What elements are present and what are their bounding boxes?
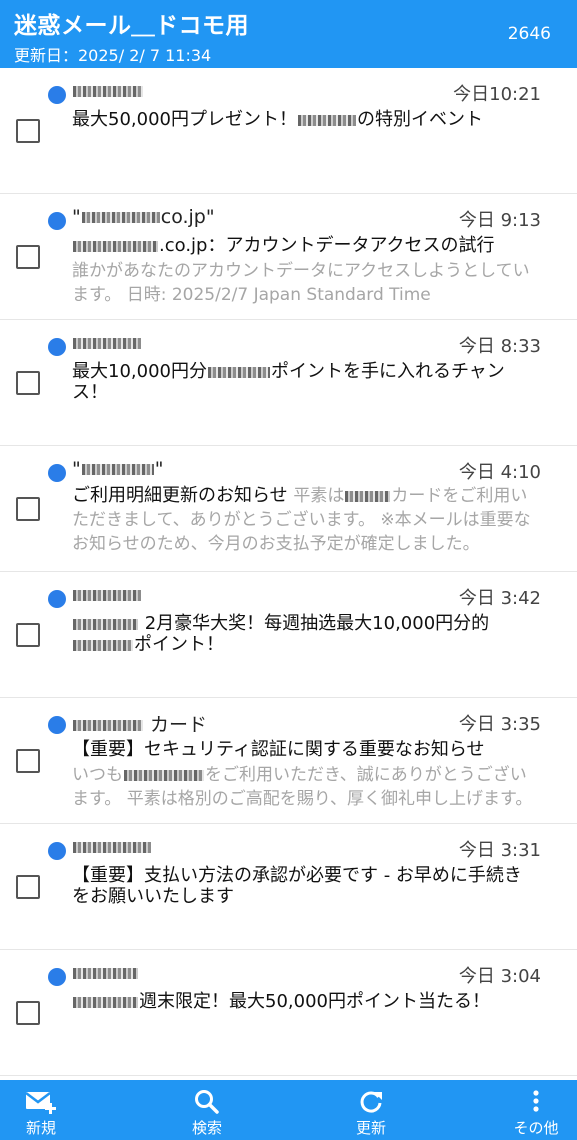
redacted-text	[73, 842, 151, 853]
new-mail-label: 新規	[25, 1119, 56, 1137]
message-sender	[72, 836, 152, 858]
redacted-text	[124, 769, 204, 781]
new-mail-icon	[25, 1092, 56, 1114]
refresh-label: 更新	[355, 1119, 386, 1137]
select-checkbox[interactable]	[16, 371, 40, 395]
message-preview: いつも をご利用いただき、誠にありがとうございます。 平素は格別のご高配を賜り、厚…	[72, 765, 533, 809]
message-time: 今日 4:10	[458, 462, 541, 483]
message-row[interactable]: 今日10:21 最大50,000円プレゼント！ の特別イベント	[0, 68, 577, 194]
unread-dot-icon	[48, 968, 66, 986]
select-checkbox[interactable]	[16, 749, 40, 773]
message-subject: 最大10,000円分 ポイントを手に入れるチャンス！	[72, 361, 505, 403]
refresh-icon	[360, 1091, 382, 1113]
redacted-text	[73, 86, 143, 97]
message-row[interactable]: 今日 8:33 最大10,000円分 ポイントを手に入れるチャンス！	[0, 320, 577, 446]
message-sender	[72, 962, 139, 984]
more-vertical-icon	[533, 1090, 539, 1112]
message-row[interactable]: 今日 3:31 【重要】支払い方法の承認が必要です - お早めに手続きをお願いい…	[0, 824, 577, 950]
message-time: 今日 3:31	[458, 840, 541, 861]
redacted-text	[73, 618, 138, 630]
unread-dot-icon	[48, 590, 66, 608]
message-subject: 週末限定！最大50,000円ポイント当たる！	[72, 991, 537, 1012]
select-checkbox[interactable]	[16, 119, 40, 143]
message-list[interactable]: 今日10:21 最大50,000円プレゼント！ の特別イベント " co.jp" 今…	[0, 68, 577, 1080]
folder-title: 迷惑メール＿ドコモ用	[14, 13, 249, 39]
select-checkbox[interactable]	[16, 1001, 40, 1025]
redacted-text	[73, 968, 138, 979]
search-button[interactable]: 検索	[152, 1080, 262, 1140]
redacted-text	[73, 240, 158, 252]
message-subject: 2月豪华大奖！每週抽选最大10,000円分的 ポイント！	[72, 613, 537, 655]
search-label: 検索	[191, 1119, 222, 1137]
message-time: 今日 3:04	[458, 966, 541, 987]
bottom-toolbar: 新規 検索 更新 その他	[0, 1080, 577, 1140]
message-count: 2646	[507, 24, 551, 44]
refresh-button[interactable]: 更新	[316, 1080, 426, 1140]
message-sender	[72, 80, 144, 102]
redacted-text	[73, 590, 141, 601]
message-sender	[72, 332, 142, 354]
message-subject: 【重要】セキュリティ認証に関する重要なお知らせ	[72, 739, 485, 760]
message-preview: 誰かがあなたのアカウントデータにアクセスしようとしています。 日時: 2025/…	[72, 261, 530, 305]
message-row[interactable]: 今日 3:04 週末限定！最大50,000円ポイント当たる！	[0, 950, 577, 1076]
message-time: 今日 9:13	[458, 210, 541, 231]
message-time: 今日10:21	[453, 84, 541, 105]
unread-dot-icon	[48, 842, 66, 860]
unread-dot-icon	[48, 86, 66, 104]
message-time: 今日 3:42	[458, 588, 541, 609]
new-mail-button[interactable]: 新規	[0, 1080, 96, 1140]
message-subject: .co.jp：アカウントデータアクセスの試行	[72, 235, 537, 256]
redacted-text	[345, 490, 391, 502]
message-subject-with-preview: ご利用明細更新のお知らせ 平素は カードをご利用いただきまして、ありがとうございま…	[72, 485, 531, 554]
redacted-text	[81, 464, 154, 475]
message-subject: 最大50,000円プレゼント！ の特別イベント	[72, 109, 483, 130]
redacted-text	[73, 996, 138, 1008]
app-header: 迷惑メール＿ドコモ用 更新日：2025/ 2/ 7 11:34 2646	[0, 0, 577, 68]
more-button[interactable]: その他	[481, 1080, 577, 1140]
select-checkbox[interactable]	[16, 623, 40, 647]
redacted-text	[73, 338, 141, 349]
search-icon	[195, 1090, 219, 1114]
message-row[interactable]: " " 今日 4:10 ご利用明細更新のお知らせ 平素は カードをご利用いただきまし…	[0, 446, 577, 572]
select-checkbox[interactable]	[16, 245, 40, 269]
message-row[interactable]: " co.jp" 今日 9:13 .co.jp：アカウントデータアクセスの試行 誰…	[0, 194, 577, 320]
more-label: その他	[513, 1119, 559, 1137]
redacted-text	[73, 720, 143, 731]
select-checkbox[interactable]	[16, 497, 40, 521]
unread-dot-icon	[48, 716, 66, 734]
select-checkbox[interactable]	[16, 875, 40, 899]
message-time: 今日 8:33	[458, 336, 541, 357]
redacted-text	[297, 114, 356, 126]
message-sender: " "	[72, 458, 164, 480]
unread-dot-icon	[48, 212, 66, 230]
last-updated: 更新日：2025/ 2/ 7 11:34	[14, 46, 212, 65]
message-sender: " co.jp"	[72, 206, 215, 228]
message-sender	[72, 584, 142, 606]
unread-dot-icon	[48, 338, 66, 356]
redacted-text	[207, 366, 270, 378]
redacted-text	[81, 212, 160, 223]
message-subject: 【重要】支払い方法の承認が必要です - お早めに手続きをお願いいたします	[72, 865, 522, 907]
message-time: 今日 3:35	[458, 714, 541, 735]
unread-dot-icon	[48, 464, 66, 482]
redacted-text	[73, 639, 133, 651]
message-row[interactable]: 今日 3:42 2月豪华大奖！每週抽选最大10,000円分的 ポイント！	[0, 572, 577, 698]
message-row[interactable]: カード 今日 3:35 【重要】セキュリティ認証に関する重要なお知らせ いつもを…	[0, 698, 577, 824]
message-sender: カード	[72, 710, 207, 737]
